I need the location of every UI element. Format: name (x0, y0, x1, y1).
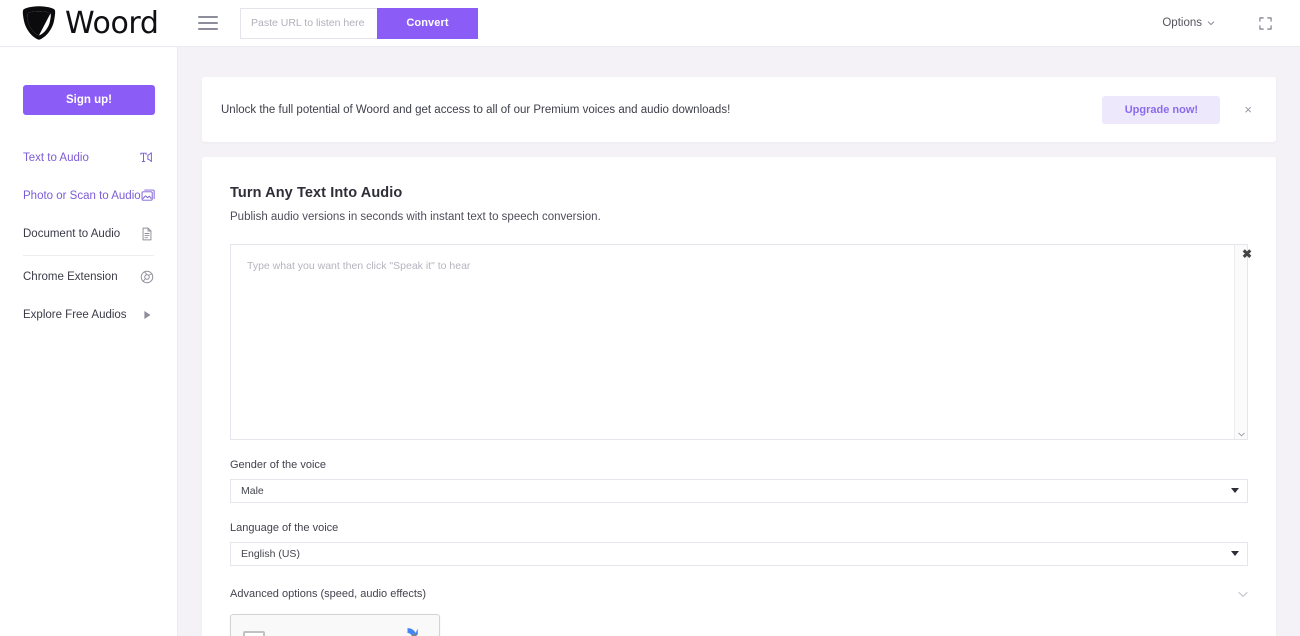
recaptcha-widget: I'm not a robot reCAPTCHA (230, 614, 440, 636)
language-select[interactable]: English (US) (230, 542, 1248, 566)
shield-logo-icon (22, 6, 56, 40)
advanced-options-label: Advanced options (speed, audio effects) (230, 588, 427, 600)
options-menu-button[interactable]: Options (1162, 17, 1215, 29)
url-input[interactable] (240, 7, 377, 39)
sidebar-item-document-to-audio[interactable]: Document to Audio (23, 215, 154, 253)
language-selected-value: English (US) (241, 548, 300, 560)
language-label: Language of the voice (230, 522, 339, 534)
sidebar-item-photo-or-scan-to-audio[interactable]: Photo or Scan to Audio (23, 177, 155, 215)
promo-banner: Unlock the full potential of Woord and g… (202, 77, 1276, 142)
sidebar-item-label: Explore Free Audios (23, 309, 127, 321)
options-label: Options (1162, 17, 1202, 29)
fullscreen-icon[interactable] (1259, 16, 1272, 30)
gender-label: Gender of the voice (230, 459, 327, 471)
recaptcha-logo-icon (407, 628, 418, 636)
sidebar-item-label: Chrome Extension (23, 271, 118, 283)
recaptcha-checkbox[interactable] (243, 631, 265, 636)
sidebar-item-chrome-extension[interactable]: Chrome Extension (23, 258, 154, 296)
image-stack-icon (141, 189, 155, 201)
sidebar-item-label: Text to Audio (23, 152, 89, 164)
chevron-down-icon (1231, 551, 1239, 556)
gender-select[interactable]: Male (230, 479, 1248, 503)
text-input-wrapper: ✖ (230, 244, 1252, 440)
signup-button[interactable]: Sign up! (23, 85, 155, 115)
convert-button[interactable]: Convert (377, 7, 478, 39)
sidebar-divider (23, 255, 154, 256)
gender-selected-value: Male (241, 485, 264, 497)
top-bar: Woord Convert Options (0, 0, 1300, 47)
chevron-down-icon (1207, 21, 1215, 26)
app-root: Woord Convert Options Sign up! T (0, 0, 1300, 636)
language-select-wrapper[interactable]: English (US) (230, 542, 1248, 566)
brand-name: Woord (65, 5, 159, 41)
sidebar-item-label: Document to Audio (23, 228, 121, 240)
gender-select-wrapper[interactable]: Male (230, 479, 1248, 503)
text-input[interactable] (230, 244, 1248, 440)
page-subtitle: Publish audio versions in seconds with i… (230, 211, 601, 223)
hamburger-icon[interactable] (198, 16, 218, 30)
text-to-audio-card: Turn Any Text Into Audio Publish audio v… (202, 157, 1276, 636)
scroll-down-arrow-icon (1237, 432, 1245, 437)
page-title: Turn Any Text Into Audio (230, 185, 403, 201)
text-to-audio-icon (140, 152, 152, 162)
brand[interactable]: Woord (0, 0, 178, 47)
chrome-circle-icon (140, 270, 154, 284)
promo-text: Unlock the full potential of Woord and g… (221, 103, 731, 116)
document-icon (142, 227, 152, 241)
promo-actions: Upgrade now! × (1102, 95, 1256, 124)
url-convert-group: Convert (240, 7, 478, 39)
sidebar-item-label: Photo or Scan to Audio (23, 190, 141, 202)
clear-text-icon[interactable]: ✖ (1242, 248, 1252, 260)
recaptcha-branding: reCAPTCHA (388, 625, 427, 636)
main-content: Unlock the full potential of Woord and g… (178, 47, 1300, 636)
sidebar: Sign up! Text to Audio Photo or Scan to … (0, 47, 178, 636)
chevron-down-icon (1238, 591, 1248, 597)
sidebar-item-explore-free-audios[interactable]: Explore Free Audios (23, 296, 154, 334)
sidebar-nav: Text to Audio Photo or Scan to Audio Doc… (23, 139, 155, 334)
advanced-options-toggle[interactable]: Advanced options (speed, audio effects) (230, 588, 1248, 600)
chevron-down-icon (1231, 488, 1239, 493)
textarea-scrollbar[interactable] (1234, 245, 1247, 439)
upgrade-now-button[interactable]: Upgrade now! (1102, 95, 1221, 124)
sidebar-item-text-to-audio[interactable]: Text to Audio (23, 139, 154, 177)
top-bar-right: Options (1162, 16, 1300, 30)
play-triangle-icon (144, 310, 151, 320)
close-icon[interactable]: × (1240, 101, 1256, 118)
